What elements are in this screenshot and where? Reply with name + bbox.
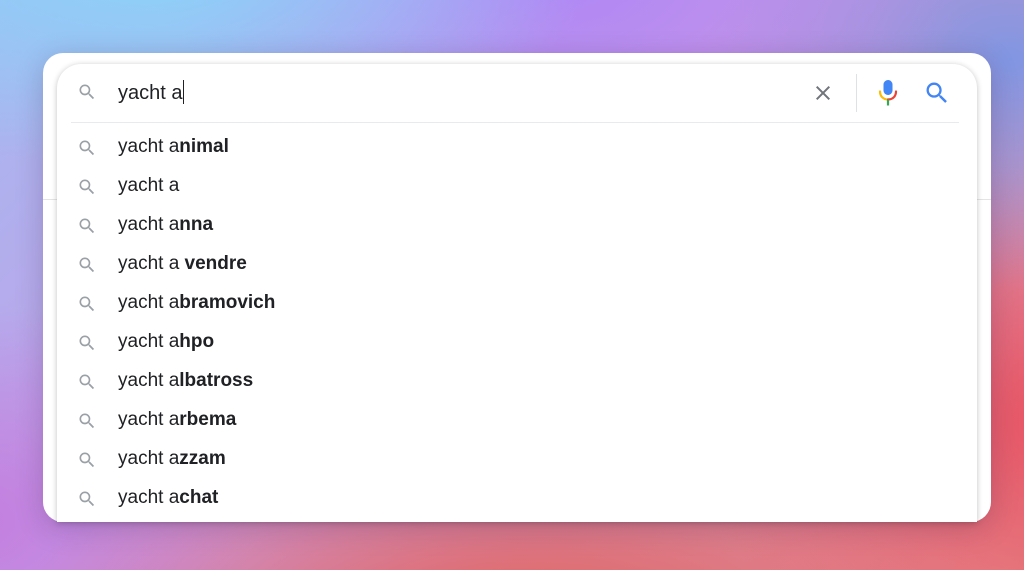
suggestion-item[interactable]: yacht azzam (57, 440, 977, 479)
mic-icon (877, 79, 899, 107)
suggestion-item[interactable]: yacht achat (57, 479, 977, 518)
suggestion-item[interactable]: yacht animal (57, 128, 977, 167)
suggestion-item[interactable]: yacht anna (57, 206, 977, 245)
suggestion-completion: rbema (179, 409, 237, 430)
backplate-rule-left (43, 199, 57, 200)
suggestion-completion: lbatross (179, 370, 254, 391)
suggestion-prefix: yacht a (118, 175, 180, 196)
search-icon (923, 79, 951, 107)
search-icon (77, 450, 97, 470)
search-icon (77, 216, 97, 236)
suggestion-item[interactable]: yacht albatross (57, 362, 977, 401)
text-caret (183, 80, 185, 104)
suggestion-text: yacht arbema (118, 408, 236, 432)
suggestion-item[interactable]: yacht a (57, 167, 977, 206)
search-icon (77, 255, 97, 275)
suggestion-prefix: yacht a (118, 253, 185, 274)
suggestion-prefix: yacht a (118, 292, 180, 313)
suggestion-item[interactable]: yacht ahpo (57, 323, 977, 362)
search-icon (77, 177, 97, 197)
suggestion-text: yacht ahpo (118, 330, 214, 354)
search-icon (77, 82, 97, 102)
suggestion-text: yacht azzam (118, 447, 226, 471)
search-box: yacht a yacht animal yacht a yacht anna … (57, 64, 977, 522)
suggestion-completion: chat (179, 487, 219, 508)
suggestion-text: yacht anna (118, 213, 213, 237)
suggestions-separator (71, 122, 959, 123)
suggestion-text: yacht albatross (118, 369, 253, 393)
search-icon (77, 411, 97, 431)
backplate-rule-right (977, 199, 991, 200)
suggestion-prefix: yacht a (118, 331, 180, 352)
search-icon (77, 333, 97, 353)
search-icon (77, 138, 97, 158)
suggestion-prefix: yacht a (118, 448, 180, 469)
search-query-text: yacht a (118, 82, 183, 104)
search-icon (77, 372, 97, 392)
suggestion-text: yacht a vendre (118, 252, 247, 276)
search-actions-divider (856, 74, 857, 112)
suggestion-prefix: yacht a (118, 370, 180, 391)
search-submit-button[interactable] (923, 79, 951, 107)
suggestion-text: yacht abramovich (118, 291, 275, 315)
suggestion-prefix: yacht a (118, 487, 180, 508)
suggestion-completion: bramovich (179, 292, 276, 313)
suggestion-text: yacht animal (118, 135, 229, 159)
suggestion-list: yacht animal yacht a yacht anna yacht a … (57, 128, 977, 518)
search-icon (77, 294, 97, 314)
search-input[interactable]: yacht a (118, 80, 185, 106)
suggestion-completion: zzam (179, 448, 226, 469)
close-icon (811, 81, 835, 105)
suggestion-text: yacht achat (118, 486, 218, 510)
suggestion-completion: nimal (179, 136, 229, 157)
suggestion-item[interactable]: yacht abramovich (57, 284, 977, 323)
search-input-row[interactable]: yacht a (57, 64, 977, 122)
suggestion-completion: hpo (179, 331, 215, 352)
suggestion-prefix: yacht a (118, 409, 180, 430)
suggestion-item[interactable]: yacht a vendre (57, 245, 977, 284)
suggestion-prefix: yacht a (118, 214, 180, 235)
suggestion-text: yacht a (118, 174, 179, 198)
suggestion-completion: vendre (184, 253, 247, 274)
suggestion-prefix: yacht a (118, 136, 180, 157)
suggestion-item[interactable]: yacht arbema (57, 401, 977, 440)
search-icon (77, 489, 97, 509)
voice-search-button[interactable] (875, 78, 901, 108)
suggestion-completion: nna (179, 214, 214, 235)
clear-button[interactable] (810, 80, 836, 106)
